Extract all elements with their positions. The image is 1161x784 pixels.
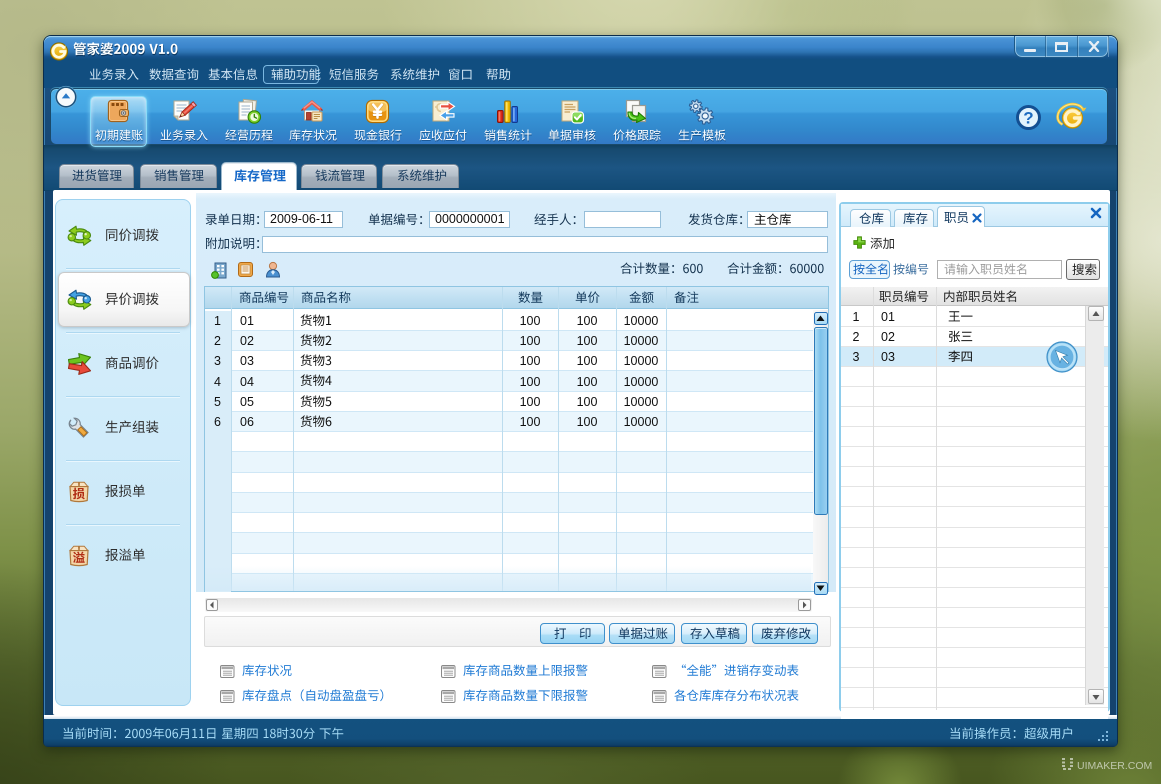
svg-text:UIMAKER.COM: UIMAKER.COM	[1077, 760, 1152, 772]
svg-text:?: ?	[1023, 109, 1033, 128]
